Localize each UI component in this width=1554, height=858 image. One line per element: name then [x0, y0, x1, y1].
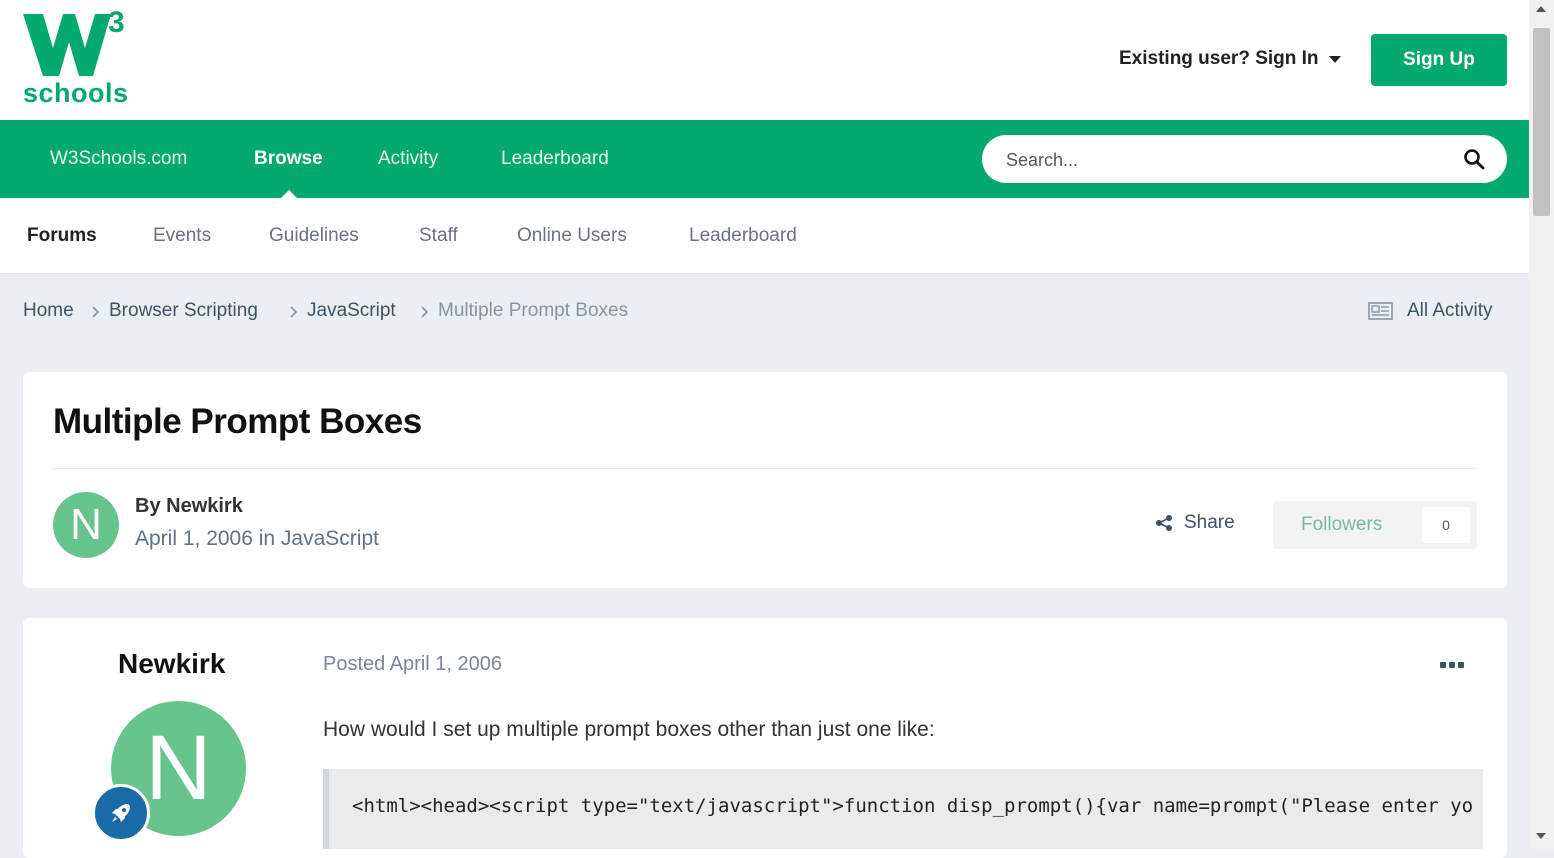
chevron-right-icon	[290, 306, 298, 318]
more-options-icon[interactable]	[1440, 662, 1464, 668]
divider	[52, 468, 1477, 469]
share-label: Share	[1184, 512, 1235, 533]
code-content: <html><head><script type="text/javascrip…	[352, 795, 1474, 817]
subnav-item-forums[interactable]: Forums	[27, 198, 97, 273]
share-icon	[1156, 515, 1172, 531]
post-date: Posted April 1, 2006	[323, 653, 503, 675]
post-author-name[interactable]: Newkirk	[118, 648, 225, 680]
breadcrumb-javascript[interactable]: JavaScript	[307, 300, 396, 322]
nav-item-leaderboard[interactable]: Leaderboard	[501, 120, 609, 198]
breadcrumb-home[interactable]: Home	[23, 300, 74, 322]
logo-superscript: 3	[108, 6, 125, 39]
scrollbar[interactable]	[1529, 0, 1554, 849]
subnav-item-leaderboard[interactable]: Leaderboard	[689, 198, 797, 273]
chevron-right-icon	[92, 306, 100, 318]
scroll-up-icon[interactable]	[1536, 6, 1546, 12]
caret-down-icon	[1328, 55, 1341, 63]
code-block: <html><head><script type="text/javascrip…	[323, 769, 1483, 849]
share-button[interactable]: Share	[1155, 512, 1235, 534]
followers-label: Followers	[1301, 514, 1383, 535]
w3-logo-mark	[23, 14, 111, 76]
scroll-down-icon[interactable]	[1536, 833, 1546, 839]
sign-in-dropdown[interactable]: Existing user? Sign In	[1119, 48, 1341, 70]
rank-badge	[92, 784, 150, 842]
subnav-item-events[interactable]: Events	[153, 198, 211, 273]
topic-author[interactable]: By Newkirk	[135, 495, 243, 518]
author-avatar[interactable]: N	[53, 492, 119, 558]
breadcrumb-current: Multiple Prompt Boxes	[438, 300, 629, 321]
sub-nav: Forums Events Guidelines Staff Online Us…	[0, 198, 1529, 274]
breadcrumb-browser-scripting[interactable]: Browser Scripting	[109, 300, 258, 322]
subnav-item-guidelines[interactable]: Guidelines	[269, 198, 359, 273]
page: 3 schools Existing user? Sign In Sign Up…	[0, 0, 1529, 858]
logo-text: schools	[23, 78, 129, 108]
search-box	[982, 135, 1507, 185]
nav-item-activity[interactable]: Activity	[378, 120, 438, 198]
rocket-icon	[112, 804, 130, 822]
site-header: 3 schools Existing user? Sign In Sign Up	[0, 0, 1529, 120]
followers-count: 0	[1422, 507, 1470, 543]
nav-item-browse[interactable]: Browse	[254, 120, 323, 198]
subnav-item-staff[interactable]: Staff	[419, 198, 458, 273]
nav-item-w3schools[interactable]: W3Schools.com	[50, 120, 187, 198]
w3schools-logo[interactable]: 3 schools	[23, 6, 133, 112]
sign-up-button[interactable]: Sign Up	[1371, 34, 1507, 86]
search-icon[interactable]	[1463, 148, 1485, 170]
all-activity-link[interactable]: All Activity	[1368, 300, 1493, 322]
topic-meta: April 1, 2006 in JavaScript	[135, 527, 379, 550]
all-activity-label: All Activity	[1407, 300, 1493, 321]
topic-title: Multiple Prompt Boxes	[53, 402, 422, 441]
followers-button[interactable]: Followers 0	[1273, 501, 1477, 549]
post-body: How would I set up multiple prompt boxes…	[323, 718, 935, 741]
newspaper-icon	[1368, 302, 1393, 320]
sign-in-label: Existing user? Sign In	[1119, 48, 1319, 69]
active-nav-pointer	[281, 190, 297, 198]
subnav-item-online-users[interactable]: Online Users	[517, 198, 627, 273]
search-input[interactable]	[1004, 135, 1438, 185]
chevron-right-icon	[421, 306, 429, 318]
scrollbar-thumb[interactable]	[1533, 28, 1550, 216]
